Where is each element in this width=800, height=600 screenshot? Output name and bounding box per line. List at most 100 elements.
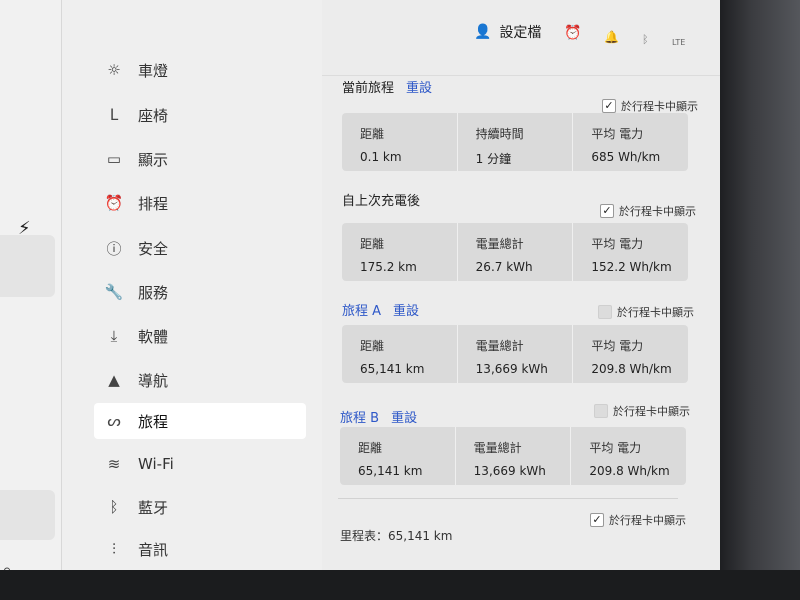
stat-cell: 平均 電力 685 Wh/km xyxy=(573,113,688,171)
touchscreen: ⚡ ⌕ ☼ 車燈 ᒪ 座椅 ▭ 顯示 ⏰ 排程 ⓘ 安全 🔧 服務 ⤓ 軟體 xyxy=(0,0,722,580)
since-charge-show-toggle[interactable]: ✓ 於行程卡中顯示 xyxy=(600,203,696,219)
checkbox-label: 於行程卡中顯示 xyxy=(617,306,694,319)
section-title: 自上次充電後 xyxy=(342,194,421,209)
reset-current-trip-button[interactable]: 重設 xyxy=(406,77,432,96)
checkbox[interactable]: ✓ xyxy=(602,99,616,113)
sidebar-item-label: 旅程 xyxy=(138,412,169,431)
stat-value: 1 分鐘 xyxy=(475,152,512,166)
trips-panel: 當前旅程 重設 ✓ 於行程卡中顯示 距離 0.1 km 持續時間 1 分鐘 平均… xyxy=(322,0,722,580)
download-icon: ⤓ xyxy=(110,327,118,345)
stat-cell: 平均 電力 209.8 Wh/km xyxy=(573,325,688,383)
trip-b-header: 旅程 B 重設 xyxy=(340,407,417,426)
sidebar-item-audio[interactable]: ⫶ 音訊 xyxy=(94,531,306,567)
stat-value: 0.1 km xyxy=(360,150,402,164)
stat-cell: 電量總計 13,669 kWh xyxy=(458,325,574,383)
sidebar-item-label: 導航 xyxy=(138,371,169,390)
stat-cell: 距離 65,141 km xyxy=(340,427,456,485)
reset-trip-b-button[interactable]: 重設 xyxy=(391,407,417,426)
current-trip-show-toggle[interactable]: ✓ 於行程卡中顯示 xyxy=(602,98,698,114)
stat-cell: 持續時間 1 分鐘 xyxy=(458,113,574,171)
screen-bezel xyxy=(720,0,800,600)
stat-label: 平均 電力 xyxy=(591,127,644,141)
strip-card xyxy=(0,235,55,297)
stat-value: 65,141 km xyxy=(358,464,423,478)
sidebar-item-label: Wi-Fi xyxy=(138,455,174,473)
sidebar-item-lights[interactable]: ☼ 車燈 xyxy=(94,52,306,88)
sidebar-item-bluetooth[interactable]: ᛒ 藍牙 xyxy=(94,489,306,525)
navigation-arrow-icon: ▲ xyxy=(108,371,120,389)
sidebar-item-seats[interactable]: ᒪ 座椅 xyxy=(94,97,306,133)
stat-value: 152.2 Wh/km xyxy=(591,260,672,274)
sidebar-item-schedule[interactable]: ⏰ 排程 xyxy=(94,185,306,221)
sun-icon: ☼ xyxy=(107,61,121,79)
stat-cell: 電量總計 13,669 kWh xyxy=(456,427,572,485)
since-charge-header: 自上次充電後 xyxy=(342,190,420,209)
sidebar-item-display[interactable]: ▭ 顯示 xyxy=(94,141,306,177)
since-charge-card: 距離 175.2 km 電量總計 26.7 kWh 平均 電力 152.2 Wh… xyxy=(342,223,688,281)
stat-value: 175.2 km xyxy=(360,260,417,274)
sidebar-item-label: 顯示 xyxy=(138,150,169,169)
stat-value: 13,669 kWh xyxy=(473,464,546,478)
stat-label: 距離 xyxy=(360,237,385,251)
section-title: 旅程 B xyxy=(340,411,380,426)
stat-value: 685 Wh/km xyxy=(591,150,661,164)
display-icon: ▭ xyxy=(106,150,122,168)
stat-cell: 距離 0.1 km xyxy=(342,113,458,171)
stat-value: 65,141 km xyxy=(360,362,425,376)
stat-label: 距離 xyxy=(360,127,385,141)
odometer-readout: 里程表：65,141 km xyxy=(340,529,453,543)
stat-label: 電量總計 xyxy=(475,339,524,353)
sidebar-item-safety[interactable]: ⓘ 安全 xyxy=(94,230,306,266)
checkbox[interactable] xyxy=(594,404,608,418)
checkbox-label: 於行程卡中顯示 xyxy=(621,100,698,113)
trip-a-show-toggle[interactable]: 於行程卡中顯示 xyxy=(598,304,694,320)
stat-label: 平均 電力 xyxy=(591,339,644,353)
trip-icon: ᔕ xyxy=(107,412,121,430)
checkbox[interactable] xyxy=(598,305,612,319)
charging-bolt-icon: ⚡ xyxy=(18,218,31,239)
sidebar-item-service[interactable]: 🔧 服務 xyxy=(94,274,306,310)
sidebar-item-label: 座椅 xyxy=(138,106,169,125)
stat-label: 持續時間 xyxy=(475,127,524,141)
stat-label: 平均 電力 xyxy=(591,237,644,251)
sidebar-item-label: 軟體 xyxy=(138,327,169,346)
screen-bezel-bottom xyxy=(0,570,800,600)
section-title: 旅程 A xyxy=(342,304,382,319)
checkbox-label: 於行程卡中顯示 xyxy=(613,405,690,418)
odometer-show-toggle[interactable]: ✓ 於行程卡中顯示 xyxy=(590,512,686,528)
checkbox[interactable]: ✓ xyxy=(590,513,604,527)
audio-sliders-icon: ⫶ xyxy=(112,540,116,558)
stat-cell: 平均 電力 209.8 Wh/km xyxy=(571,427,686,485)
strip-card xyxy=(0,490,55,540)
sidebar-item-navigation[interactable]: ▲ 導航 xyxy=(94,362,306,398)
trip-a-header: 旅程 A 重設 xyxy=(342,300,419,319)
stat-label: 平均 電力 xyxy=(589,441,642,455)
sidebar-item-trips[interactable]: ᔕ 旅程 xyxy=(94,403,306,439)
sidebar-item-label: 車燈 xyxy=(138,61,169,80)
stat-label: 電量總計 xyxy=(475,237,524,251)
sidebar-item-label: 服務 xyxy=(138,283,169,302)
sidebar-item-wifi[interactable]: ≋ Wi-Fi xyxy=(94,446,306,482)
current-trip-header: 當前旅程 重設 xyxy=(342,77,432,96)
stat-value: 26.7 kWh xyxy=(475,260,533,274)
odometer-divider xyxy=(338,498,678,499)
trip-a-card: 距離 65,141 km 電量總計 13,669 kWh 平均 電力 209.8… xyxy=(342,325,688,383)
trip-b-show-toggle[interactable]: 於行程卡中顯示 xyxy=(594,403,690,419)
sidebar-item-label: 安全 xyxy=(138,239,169,258)
sidebar-item-label: 藍牙 xyxy=(138,498,169,517)
checkbox-label: 於行程卡中顯示 xyxy=(619,205,696,218)
checkbox[interactable]: ✓ xyxy=(600,204,614,218)
alert-icon: ⓘ xyxy=(106,239,122,258)
sidebar-item-software[interactable]: ⤓ 軟體 xyxy=(94,318,306,354)
reset-trip-a-button[interactable]: 重設 xyxy=(393,300,419,319)
stat-cell: 距離 175.2 km xyxy=(342,223,458,281)
stat-label: 距離 xyxy=(358,441,383,455)
seat-icon: ᒪ xyxy=(109,106,119,124)
stat-value: 209.8 Wh/km xyxy=(591,362,672,376)
stat-label: 距離 xyxy=(360,339,385,353)
settings-sidebar: ☼ 車燈 ᒪ 座椅 ▭ 顯示 ⏰ 排程 ⓘ 安全 🔧 服務 ⤓ 軟體 ▲ 導航 xyxy=(62,0,322,580)
section-title: 當前旅程 xyxy=(342,81,395,96)
trip-b-card: 距離 65,141 km 電量總計 13,669 kWh 平均 電力 209.8… xyxy=(340,427,686,485)
map-strip[interactable]: ⚡ ⌕ xyxy=(0,0,62,580)
wifi-icon: ≋ xyxy=(107,455,121,473)
